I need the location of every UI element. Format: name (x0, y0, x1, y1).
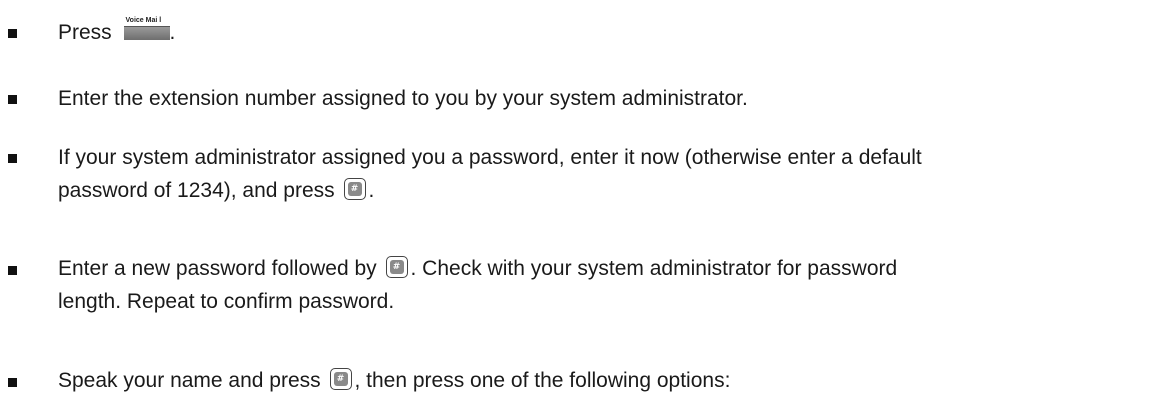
bullet-icon (8, 95, 17, 104)
step-text-after: . (368, 179, 375, 202)
voice-mail-softkey-icon: Voice Mai l (123, 17, 170, 40)
step-text: Enter a new password followed by # . Chec… (58, 252, 1153, 318)
pound-key-label: # (389, 260, 404, 275)
pound-key-label: # (347, 182, 362, 197)
step-line: length. Repeat to confirm password. (58, 290, 395, 313)
bullet-icon (8, 378, 17, 387)
step-text: If your system administrator assigned yo… (58, 141, 1153, 207)
step-text-after: . Check with your system administrator f… (410, 257, 898, 280)
step-text: Speak your name and press #, then press … (58, 364, 1153, 397)
bullet-icon (8, 266, 17, 275)
softkey-bar (123, 26, 170, 40)
bullet-icon (8, 154, 17, 163)
step-line: Enter a new password followed by # . Chec… (58, 252, 1153, 285)
step-line: password of 1234), and press #. (58, 174, 1153, 207)
step-text-before: Enter a new password followed by (58, 257, 383, 280)
step-text-before: password of 1234), and press (58, 179, 341, 202)
pound-key-icon: # (329, 368, 352, 391)
step-text-after: . (169, 21, 176, 44)
bullet-icon (8, 29, 17, 38)
pound-key-icon: # (343, 178, 366, 201)
step-line: If your system administrator assigned yo… (58, 146, 922, 169)
softkey-label: Voice Mai l (125, 17, 162, 24)
step-text: Press Voice Mai l. (58, 16, 1153, 49)
pound-key-label: # (333, 372, 348, 387)
step-text: Enter the extension number assigned to y… (58, 87, 748, 110)
pound-key-icon: # (385, 256, 408, 279)
step-text-before: Press (58, 21, 118, 44)
